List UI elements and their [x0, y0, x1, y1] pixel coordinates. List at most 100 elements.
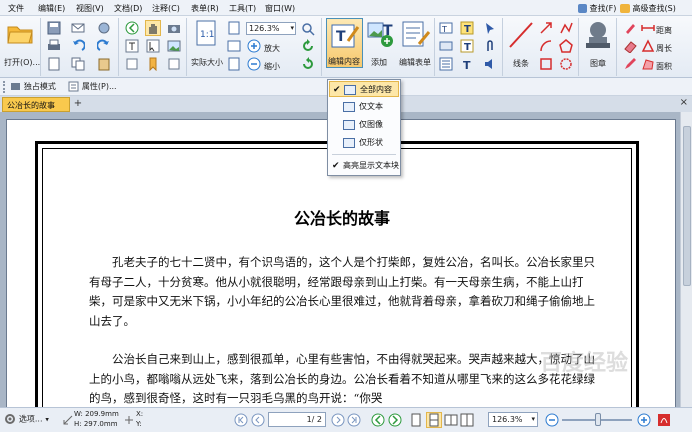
stamp-button[interactable]	[582, 20, 614, 52]
zoom-dropdown-button[interactable]	[300, 21, 316, 37]
add-button[interactable]: T	[366, 20, 396, 48]
list-box-button[interactable]	[438, 56, 454, 72]
menu-window[interactable]: 窗口(W)	[265, 3, 295, 14]
callout-button[interactable]: T	[459, 56, 475, 72]
single-page-button[interactable]	[408, 412, 424, 428]
edit-content-button[interactable]: T 编辑内容	[326, 18, 363, 68]
status-zoom-in-button[interactable]	[636, 412, 652, 428]
find-button[interactable]: 查找(F)	[578, 3, 616, 14]
close-tab-button[interactable]: ×	[680, 97, 688, 108]
vertical-scrollbar[interactable]	[680, 112, 692, 407]
fit-page-button[interactable]	[226, 20, 242, 36]
paragraph-2[interactable]: 公治长自己来到山上，感到很孤单，心里有些害怕，不由得就哭起来。哭声越来越大，惊动…	[89, 350, 597, 409]
back-button[interactable]	[370, 412, 386, 428]
select-tool-button[interactable]	[124, 38, 140, 54]
document-title[interactable]: 公冶长的故事	[7, 205, 677, 229]
menu-view[interactable]: 视图(V)	[76, 3, 104, 14]
undo-button[interactable]	[70, 38, 86, 54]
new-tab-button[interactable]: +	[72, 98, 84, 110]
email-button[interactable]	[70, 20, 86, 36]
pdf-logo-button[interactable]	[656, 412, 672, 428]
menu-tools[interactable]: 工具(T)	[229, 3, 256, 14]
zoom-slider-thumb[interactable]	[595, 413, 601, 426]
scrollbar-thumb[interactable]	[683, 126, 691, 286]
attach-button[interactable]	[166, 56, 182, 72]
menu-comment[interactable]: 注释(C)	[152, 3, 180, 14]
options-button[interactable]: 选项... ▾	[4, 413, 49, 425]
push-button-tool[interactable]	[438, 38, 454, 54]
rotate-button[interactable]	[226, 56, 242, 72]
pencil-button[interactable]	[622, 56, 638, 72]
polygon-button[interactable]	[558, 38, 574, 54]
continuous-page-button[interactable]	[426, 412, 442, 428]
redo-button[interactable]	[96, 38, 112, 54]
last-page-button[interactable]	[346, 412, 362, 428]
typewriter-button[interactable]: T	[459, 20, 475, 36]
zoom-select[interactable]: 126.3% ▾	[246, 22, 296, 35]
perimeter-button[interactable]	[640, 38, 656, 54]
facing-page-button[interactable]	[443, 412, 459, 428]
snapshot-button[interactable]	[166, 20, 182, 36]
advanced-find-button[interactable]: 高级查找(S)	[620, 3, 676, 14]
menu-item-text-only[interactable]: 仅文本	[329, 99, 399, 115]
eraser-button[interactable]	[622, 38, 638, 54]
text-field-button[interactable]: T	[438, 20, 454, 36]
sound-button[interactable]	[482, 56, 498, 72]
attach-file-button[interactable]	[482, 38, 498, 54]
polyline-button[interactable]	[558, 20, 574, 36]
save-button[interactable]	[46, 20, 62, 36]
first-page-button[interactable]	[233, 412, 249, 428]
prev-view-button[interactable]	[124, 20, 140, 36]
zoom-in-button[interactable]	[246, 38, 262, 54]
svg-text:T: T	[464, 42, 471, 53]
highlight-button[interactable]	[622, 20, 638, 36]
rotate-left-button[interactable]	[300, 38, 316, 54]
document-tab[interactable]: 公冶长的故事	[2, 97, 70, 112]
share-button[interactable]	[96, 20, 112, 36]
menu-item-highlight-text-blocks[interactable]: ✔ 高亮显示文本块	[329, 158, 399, 174]
actual-size-button[interactable]: 1:1	[192, 20, 220, 46]
rectangle-button[interactable]	[538, 56, 554, 72]
next-page-button[interactable]	[330, 412, 346, 428]
grip-handle[interactable]	[3, 81, 7, 93]
exclusive-mode-button[interactable]: 独占模式	[10, 81, 56, 92]
paragraph-1[interactable]: 孔老夫子的七十二贤中，有个识鸟语的，这个人是个打柴郎，复姓公冶，名叫长。公冶长家…	[89, 253, 597, 331]
arc-button[interactable]	[538, 38, 554, 54]
copy-button[interactable]	[70, 56, 86, 72]
hand-tool-button[interactable]	[145, 20, 161, 36]
cloud-button[interactable]	[558, 56, 574, 72]
forward-button[interactable]	[387, 412, 403, 428]
menu-item-shape-only[interactable]: 仅形状	[329, 135, 399, 151]
menu-item-all-content[interactable]: ✔ 全部内容	[329, 81, 399, 97]
distance-button[interactable]	[640, 20, 656, 36]
bookmark-button[interactable]	[145, 56, 161, 72]
menu-edit[interactable]: 编辑(E)	[38, 3, 65, 14]
menu-file[interactable]: 文件	[8, 3, 24, 14]
status-zoom-select[interactable]: 126.3% ▾	[488, 412, 538, 427]
paste-button[interactable]	[96, 56, 112, 72]
continuous-facing-button[interactable]	[459, 412, 475, 428]
edit-form-button[interactable]	[399, 20, 433, 48]
menu-form[interactable]: 表单(R)	[191, 3, 219, 14]
prev-page-button[interactable]	[250, 412, 266, 428]
properties-button[interactable]: 属性(P)...	[68, 81, 117, 92]
arrow-button[interactable]	[538, 20, 554, 36]
annot-select-button[interactable]	[145, 38, 161, 54]
area-button[interactable]	[640, 56, 656, 72]
status-zoom-out-button[interactable]	[544, 412, 560, 428]
page-number-input[interactable]: 1/ 2	[268, 412, 326, 427]
print-button[interactable]	[46, 38, 62, 54]
checkbox-tool-button[interactable]	[124, 56, 140, 72]
zoom-out-button[interactable]	[246, 56, 262, 72]
menu-document[interactable]: 文档(D)	[114, 3, 142, 14]
pin-button[interactable]	[482, 20, 498, 36]
open-button[interactable]	[3, 22, 37, 44]
new-doc-button[interactable]	[46, 56, 62, 72]
textbox-button[interactable]: T	[459, 38, 475, 54]
image-tool-button[interactable]	[166, 38, 182, 54]
fit-width-button[interactable]	[226, 38, 242, 54]
line-button[interactable]	[506, 20, 536, 50]
rotate-right-button[interactable]	[300, 56, 316, 72]
menu-item-image-only[interactable]: 仅图像	[329, 117, 399, 133]
edit-form-icon	[402, 21, 431, 47]
